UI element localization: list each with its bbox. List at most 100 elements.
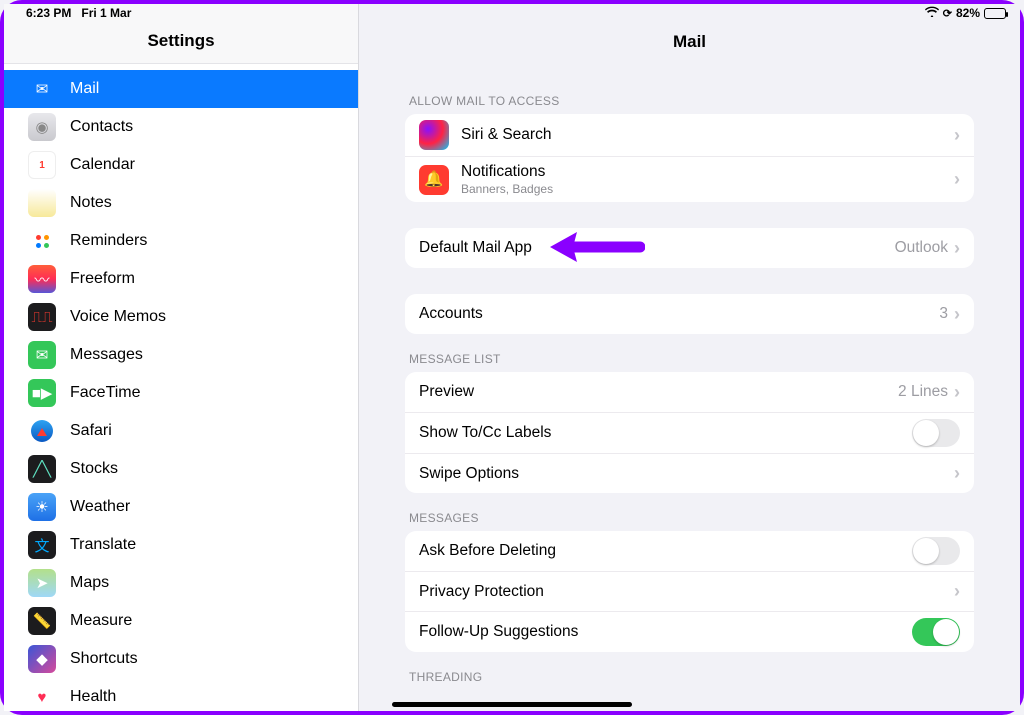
sidebar-item-label: Measure xyxy=(70,612,132,630)
row-privacy-protection[interactable]: Privacy Protection › xyxy=(405,571,974,611)
notifications-icon: 🔔 xyxy=(419,165,449,195)
sidebar-item-measure[interactable]: 📏 Measure xyxy=(4,602,358,640)
row-siri-search[interactable]: Siri & Search › xyxy=(405,114,974,156)
row-notifications[interactable]: 🔔 Notifications Banners, Badges › xyxy=(405,156,974,202)
sidebar-item-label: Mail xyxy=(70,80,99,98)
row-show-tocc[interactable]: Show To/Cc Labels xyxy=(405,412,974,453)
row-value: 2 Lines xyxy=(898,383,948,401)
sidebar-item-calendar[interactable]: 1 Calendar xyxy=(4,146,358,184)
detail-title: Mail xyxy=(673,32,706,52)
stocks-icon: ╱╲ xyxy=(28,455,56,483)
chevron-right-icon: › xyxy=(954,382,960,403)
group-messages: Ask Before Deleting Privacy Protection ›… xyxy=(405,531,974,652)
sidebar-item-notes[interactable]: Notes xyxy=(4,184,358,222)
translate-icon: 文 xyxy=(28,531,56,559)
sidebar-item-label: Weather xyxy=(70,498,130,516)
home-indicator[interactable] xyxy=(392,702,632,707)
sidebar-item-shortcuts[interactable]: ◆ Shortcuts xyxy=(4,640,358,678)
battery-text: 82% xyxy=(956,6,980,20)
row-label: Notifications xyxy=(461,163,954,181)
chevron-right-icon: › xyxy=(954,581,960,602)
sidebar-item-label: Notes xyxy=(70,194,112,212)
contacts-icon: ◉ xyxy=(28,113,56,141)
voice-memos-icon: ⎍⎍ xyxy=(28,303,56,331)
row-default-mail-app[interactable]: Default Mail App Outlook › xyxy=(405,228,974,268)
mail-settings-detail: Mail ALLOW MAIL TO ACCESS Siri & Search … xyxy=(359,4,1020,711)
sidebar-item-contacts[interactable]: ◉ Contacts xyxy=(4,108,358,146)
sidebar-item-label: Freeform xyxy=(70,270,135,288)
sidebar-item-mail[interactable]: ✉︎ Mail xyxy=(4,70,358,108)
calendar-icon: 1 xyxy=(28,151,56,179)
row-swipe-options[interactable]: Swipe Options › xyxy=(405,453,974,493)
sidebar-item-label: Safari xyxy=(70,422,112,440)
row-label: Follow-Up Suggestions xyxy=(419,623,912,641)
sidebar-item-safari[interactable]: Safari xyxy=(4,412,358,450)
row-value: 3 xyxy=(939,305,948,323)
sidebar-item-messages[interactable]: ✉︎ Messages xyxy=(4,336,358,374)
row-label: Siri & Search xyxy=(461,126,954,144)
row-label: Preview xyxy=(419,383,898,401)
sidebar-item-weather[interactable]: ☀︎ Weather xyxy=(4,488,358,526)
chevron-right-icon: › xyxy=(954,304,960,325)
sidebar-item-label: Voice Memos xyxy=(70,308,166,326)
health-icon: ♥︎ xyxy=(28,683,56,711)
chevron-right-icon: › xyxy=(954,238,960,259)
chevron-right-icon: › xyxy=(954,125,960,146)
status-bar: 6:23 PM Fri 1 Mar ⟳ 82% xyxy=(4,4,1020,24)
chevron-right-icon: › xyxy=(954,169,960,190)
row-follow-up[interactable]: Follow-Up Suggestions xyxy=(405,611,974,652)
section-header-threading: THREADING xyxy=(409,670,974,684)
sidebar-item-maps[interactable]: ➤ Maps xyxy=(4,564,358,602)
group-default-app: Default Mail App Outlook › xyxy=(405,228,974,268)
group-message-list: Preview 2 Lines › Show To/Cc Labels Swip… xyxy=(405,372,974,493)
sidebar-item-label: Contacts xyxy=(70,118,133,136)
reminders-icon xyxy=(28,227,56,255)
row-preview[interactable]: Preview 2 Lines › xyxy=(405,372,974,412)
orientation-lock-icon: ⟳ xyxy=(943,7,952,20)
sidebar-item-label: Calendar xyxy=(70,156,135,174)
section-header-message-list: MESSAGE LIST xyxy=(409,352,974,366)
sidebar-item-label: Reminders xyxy=(70,232,147,250)
sidebar-item-freeform[interactable]: 〰 Freeform xyxy=(4,260,358,298)
sidebar-item-label: FaceTime xyxy=(70,384,141,402)
toggle-ask-delete[interactable] xyxy=(912,537,960,565)
status-time: 6:23 PM xyxy=(26,6,71,20)
sidebar-item-health[interactable]: ♥︎ Health xyxy=(4,678,358,711)
wifi-icon xyxy=(925,6,939,20)
sidebar-item-voice-memos[interactable]: ⎍⎍ Voice Memos xyxy=(4,298,358,336)
toggle-follow-up[interactable] xyxy=(912,618,960,646)
row-label: Show To/Cc Labels xyxy=(419,424,912,442)
siri-icon xyxy=(419,120,449,150)
sidebar-item-label: Translate xyxy=(70,536,136,554)
sidebar-item-translate[interactable]: 文 Translate xyxy=(4,526,358,564)
sidebar-item-facetime[interactable]: ■▶ FaceTime xyxy=(4,374,358,412)
mail-icon: ✉︎ xyxy=(28,75,56,103)
battery-icon xyxy=(984,8,1006,19)
sidebar-title: Settings xyxy=(147,31,214,51)
toggle-show-tocc[interactable] xyxy=(912,419,960,447)
sidebar-list[interactable]: ✉︎ Mail ◉ Contacts 1 Calendar Notes Remi… xyxy=(4,64,358,711)
shortcuts-icon: ◆ xyxy=(28,645,56,673)
group-access: Siri & Search › 🔔 Notifications Banners,… xyxy=(405,114,974,202)
safari-icon xyxy=(28,417,56,445)
maps-icon: ➤ xyxy=(28,569,56,597)
row-label: Swipe Options xyxy=(419,465,954,483)
sidebar-item-label: Messages xyxy=(70,346,143,364)
sidebar-item-label: Shortcuts xyxy=(70,650,138,668)
status-date: Fri 1 Mar xyxy=(81,6,131,20)
weather-icon: ☀︎ xyxy=(28,493,56,521)
row-label: Accounts xyxy=(419,305,939,323)
group-accounts: Accounts 3 › xyxy=(405,294,974,334)
facetime-icon: ■▶ xyxy=(28,379,56,407)
row-value: Outlook xyxy=(895,239,948,257)
row-sublabel: Banners, Badges xyxy=(461,182,954,196)
sidebar-item-reminders[interactable]: Reminders xyxy=(4,222,358,260)
row-ask-before-deleting[interactable]: Ask Before Deleting xyxy=(405,531,974,571)
messages-icon: ✉︎ xyxy=(28,341,56,369)
measure-icon: 📏 xyxy=(28,607,56,635)
sidebar-item-label: Maps xyxy=(70,574,109,592)
chevron-right-icon: › xyxy=(954,463,960,484)
sidebar-item-stocks[interactable]: ╱╲ Stocks xyxy=(4,450,358,488)
row-accounts[interactable]: Accounts 3 › xyxy=(405,294,974,334)
notes-icon xyxy=(28,189,56,217)
